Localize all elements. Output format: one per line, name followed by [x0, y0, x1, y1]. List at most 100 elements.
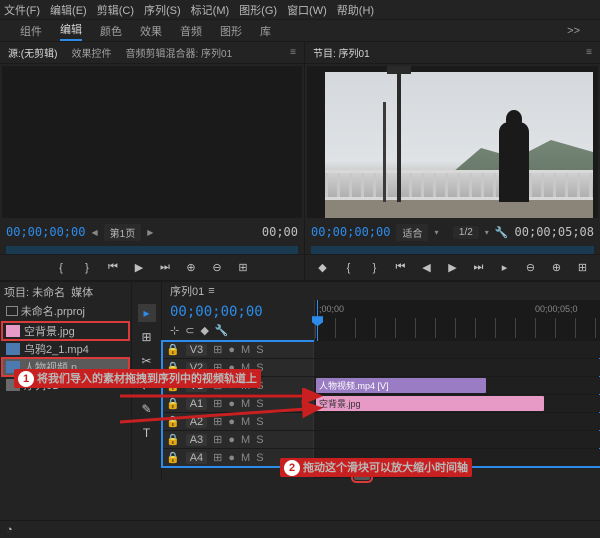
track-toggle[interactable]: M — [241, 344, 250, 356]
add-marker-icon[interactable]: ◆ — [316, 261, 330, 275]
page-dropdown[interactable]: 第1页 — [104, 224, 142, 241]
play-icon[interactable]: ▶ — [132, 261, 146, 275]
play-icon[interactable]: ▶ — [446, 261, 460, 275]
project-item[interactable]: 乌鸦2_1.mp4 — [2, 340, 129, 358]
step-fwd-icon[interactable]: ⏭ — [472, 261, 486, 275]
track-toggle[interactable]: ⊞ — [213, 433, 222, 446]
ws-tab-editing[interactable]: 编辑 — [60, 21, 82, 41]
mark-out-icon[interactable]: } — [368, 261, 382, 275]
tab-effect-controls[interactable]: 效果控件 — [71, 45, 111, 60]
tab-program[interactable]: 节目: 序列01 — [313, 45, 370, 60]
razor-tool[interactable]: ✂ — [138, 352, 156, 370]
step-back-icon[interactable]: ⏮ — [106, 261, 120, 275]
track-toggle[interactable]: ⊞ — [213, 343, 222, 356]
selection-tool[interactable]: ▸ — [138, 304, 156, 322]
project-item[interactable]: 空背景.jpg — [2, 322, 129, 340]
lock-icon[interactable]: 🔒 — [166, 343, 180, 356]
snap-icon[interactable]: ⊹ — [170, 324, 179, 337]
track-content[interactable] — [314, 413, 600, 430]
prev-page-icon[interactable]: ◀ — [91, 228, 97, 237]
mark-out-icon[interactable]: } — [80, 261, 94, 275]
timeline-ruler[interactable]: ;00;00 00;00;05;0 — [314, 300, 600, 341]
timeline-timecode[interactable]: 00;00;00;00 — [170, 304, 306, 320]
ws-tab-audio[interactable]: 音频 — [180, 23, 202, 39]
settings-icon[interactable]: 🔧 — [215, 324, 229, 337]
track-toggle[interactable]: M — [241, 398, 250, 410]
pen-tool[interactable]: ✎ — [138, 400, 156, 418]
track-toggle[interactable]: M — [241, 452, 250, 464]
track-label[interactable]: A4 — [186, 452, 207, 464]
program-viewer[interactable] — [307, 66, 598, 218]
track-toggle[interactable]: ● — [228, 416, 235, 428]
timeline-tab[interactable]: 序列01 — [170, 283, 204, 299]
ws-tab-library[interactable]: 库 — [260, 23, 271, 39]
link-icon[interactable]: ⊂ — [185, 324, 194, 337]
menu-help[interactable]: 帮助(H) — [337, 2, 374, 18]
type-tool[interactable]: T — [138, 424, 156, 442]
track-label[interactable]: A2 — [186, 416, 207, 428]
track-header[interactable]: 🔒A1⊞●MS — [162, 395, 314, 412]
mark-in-icon[interactable]: { — [342, 261, 356, 275]
overwrite-icon[interactable]: ⊖ — [210, 261, 224, 275]
track-toggle[interactable]: M — [241, 416, 250, 428]
lock-icon[interactable]: 🔒 — [166, 397, 180, 410]
track-toggle[interactable]: ⊞ — [213, 415, 222, 428]
track-toggle[interactable]: S — [256, 434, 263, 446]
insert-icon[interactable]: ⊕ — [184, 261, 198, 275]
fit-dropdown[interactable]: 适合 — [396, 224, 428, 241]
track-toggle[interactable]: ⊞ — [213, 451, 222, 464]
menu-graphics[interactable]: 图形(G) — [239, 2, 277, 18]
step-fwd-icon[interactable]: ⏭ — [158, 261, 172, 275]
ws-tab-assembly[interactable]: 组件 — [20, 23, 42, 39]
track-content[interactable] — [314, 341, 600, 358]
lock-icon[interactable]: 🔒 — [166, 433, 180, 446]
tab-project[interactable]: 项目: 未命名 — [4, 284, 65, 300]
marker-icon[interactable]: ◆ — [200, 324, 208, 337]
lock-icon[interactable]: 🔒 — [166, 451, 180, 464]
program-time-ruler[interactable] — [311, 246, 594, 254]
track-toggle[interactable]: M — [241, 434, 250, 446]
next-page-icon[interactable]: ▶ — [147, 228, 153, 237]
track-label[interactable]: A3 — [186, 434, 207, 446]
menu-clip[interactable]: 剪辑(C) — [97, 2, 134, 18]
program-tc-in[interactable]: 00;00;00;00 — [311, 225, 390, 239]
track-toggle[interactable]: S — [256, 452, 263, 464]
menu-file[interactable]: 文件(F) — [4, 2, 40, 18]
extract-icon[interactable]: ⊕ — [550, 261, 564, 275]
panel-menu-icon[interactable]: ≡ — [290, 47, 296, 58]
track-header[interactable]: 🔒A2⊞●MS — [162, 413, 314, 430]
tab-audio-mixer[interactable]: 音频剪辑混合器: 序列01 — [125, 45, 232, 60]
menu-marker[interactable]: 标记(M) — [191, 2, 230, 18]
source-tc-in[interactable]: 00;00;00;00 — [6, 225, 85, 239]
menu-edit[interactable]: 编辑(E) — [50, 2, 87, 18]
track-toggle[interactable]: S — [256, 344, 263, 356]
ws-overflow-icon[interactable]: >> — [567, 25, 580, 37]
timeline-clip[interactable]: 人物视频.mp4 [V] — [316, 378, 486, 393]
track-toggle[interactable]: ● — [228, 452, 235, 464]
go-in-icon[interactable]: ⏮ — [394, 261, 408, 275]
track-label[interactable]: V3 — [186, 344, 207, 356]
playhead[interactable] — [317, 300, 318, 341]
track-label[interactable]: A1 — [186, 398, 207, 410]
track-content[interactable]: 空背景.jpg — [314, 395, 600, 412]
track-toggle[interactable]: ● — [228, 398, 235, 410]
track-toggle[interactable]: S — [256, 416, 263, 428]
timeline-clip[interactable]: 空背景.jpg — [316, 396, 544, 411]
settings-icon[interactable]: 🔧 — [495, 226, 509, 239]
track-toggle[interactable]: ● — [228, 344, 235, 356]
track-header[interactable]: 🔒 A3 ⊞ ● MS — [162, 431, 314, 448]
menu-window[interactable]: 窗口(W) — [287, 2, 327, 18]
track-header[interactable]: 🔒 V3 ⊞ ● MS — [162, 341, 314, 358]
track-select-tool[interactable]: ⊞ — [138, 328, 156, 346]
source-time-ruler[interactable] — [6, 246, 298, 254]
resolution-dropdown[interactable]: 1/2 — [453, 226, 479, 239]
step-back-icon[interactable]: ◀ — [420, 261, 434, 275]
tab-source[interactable]: 源:(无剪辑) — [8, 45, 57, 60]
export-frame-icon[interactable]: ⊞ — [236, 261, 250, 275]
track-toggle[interactable]: ● — [228, 434, 235, 446]
track-toggle[interactable]: ⊞ — [213, 397, 222, 410]
mark-in-icon[interactable]: { — [54, 261, 68, 275]
track-content[interactable] — [314, 359, 600, 376]
tab-media[interactable]: 媒体 — [71, 284, 93, 300]
menu-sequence[interactable]: 序列(S) — [144, 2, 181, 18]
